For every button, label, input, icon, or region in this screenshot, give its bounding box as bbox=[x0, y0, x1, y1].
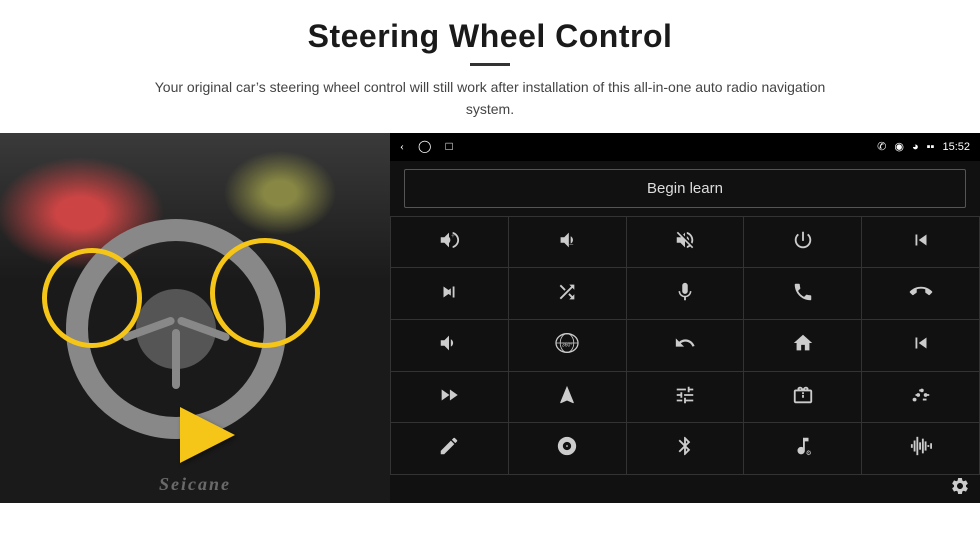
home-nav-button[interactable] bbox=[744, 320, 861, 371]
steering-wheel-image: Seicane bbox=[0, 133, 390, 503]
header-section: Steering Wheel Control Your original car… bbox=[0, 0, 980, 129]
mic-button[interactable] bbox=[627, 268, 744, 319]
undo-icon bbox=[674, 332, 696, 358]
fast-forward-button[interactable] bbox=[391, 372, 508, 423]
phone-icon: ✆ bbox=[877, 140, 886, 153]
music-settings-button[interactable]: ⚙ bbox=[744, 423, 861, 474]
gear-area bbox=[390, 475, 980, 503]
begin-learn-button[interactable]: Begin learn bbox=[404, 169, 966, 208]
status-nav-icons: ‹ ◯ □ bbox=[400, 139, 453, 154]
arrow-shape bbox=[180, 407, 235, 463]
circle-highlight-right bbox=[210, 238, 320, 348]
skip-back-icon bbox=[910, 332, 932, 358]
svg-text:360°: 360° bbox=[562, 343, 572, 349]
hang-up-icon bbox=[910, 281, 932, 307]
back-button[interactable] bbox=[627, 320, 744, 371]
recents-nav-icon[interactable]: □ bbox=[445, 139, 452, 154]
status-bar: ‹ ◯ □ ✆ ◉ ◕ ▪▪ 15:52 bbox=[390, 133, 980, 161]
location-icon: ◉ bbox=[894, 140, 904, 153]
equalizer-button[interactable] bbox=[862, 372, 979, 423]
radio-icon bbox=[792, 384, 814, 410]
mic-icon bbox=[674, 281, 696, 307]
view360-button[interactable]: 360° bbox=[509, 320, 626, 371]
next-track-icon bbox=[438, 281, 460, 307]
power-button[interactable] bbox=[744, 217, 861, 268]
prev-track-icon bbox=[910, 229, 932, 255]
power-icon bbox=[792, 229, 814, 255]
disc-icon bbox=[556, 435, 578, 461]
home-nav-icon[interactable]: ◯ bbox=[418, 139, 431, 154]
back-nav-icon[interactable]: ‹ bbox=[400, 139, 404, 154]
phone-call-button[interactable] bbox=[744, 268, 861, 319]
mute-icon bbox=[674, 229, 696, 255]
music-settings-icon: ⚙ bbox=[792, 435, 814, 461]
pen-button[interactable] bbox=[391, 423, 508, 474]
speaker-icon bbox=[438, 332, 460, 358]
status-right-area: ✆ ◉ ◕ ▪▪ 15:52 bbox=[877, 140, 970, 153]
subtitle: Your original car’s steering wheel contr… bbox=[140, 76, 840, 121]
circle-highlight-left bbox=[42, 248, 142, 348]
signal-icon: ▪▪ bbox=[927, 141, 935, 153]
settings-button[interactable] bbox=[950, 476, 970, 501]
steering-wheel-hub bbox=[136, 289, 216, 369]
yellow-arrow bbox=[180, 407, 235, 463]
bluetooth-button[interactable] bbox=[627, 423, 744, 474]
radio-button[interactable] bbox=[744, 372, 861, 423]
equalizer-icon bbox=[910, 384, 932, 410]
home-icon bbox=[792, 332, 814, 358]
volume-down-icon: − bbox=[556, 229, 578, 255]
shuffle-button[interactable] bbox=[509, 268, 626, 319]
disc-button[interactable] bbox=[509, 423, 626, 474]
waveform-button[interactable] bbox=[862, 423, 979, 474]
view360-icon: 360° bbox=[554, 332, 580, 358]
wifi-icon: ◕ bbox=[912, 141, 919, 153]
svg-text:−: − bbox=[569, 240, 574, 249]
time-display: 15:52 bbox=[942, 141, 970, 153]
controls-grid: + − bbox=[390, 216, 980, 475]
svg-text:+: + bbox=[451, 231, 455, 240]
android-screen: ‹ ◯ □ ✆ ◉ ◕ ▪▪ 15:52 Begin learn bbox=[390, 133, 980, 503]
speaker-button[interactable] bbox=[391, 320, 508, 371]
shuffle-icon bbox=[556, 281, 578, 307]
page-wrapper: Steering Wheel Control Your original car… bbox=[0, 0, 980, 544]
seicane-watermark: Seicane bbox=[159, 474, 231, 495]
next-track-button[interactable] bbox=[391, 268, 508, 319]
volume-up-icon: + bbox=[438, 229, 460, 255]
begin-learn-container: Begin learn bbox=[390, 161, 980, 216]
skip-back-button[interactable] bbox=[862, 320, 979, 371]
tune-icon bbox=[674, 384, 696, 410]
hang-up-button[interactable] bbox=[862, 268, 979, 319]
spoke-bottom bbox=[172, 329, 180, 389]
pen-icon bbox=[438, 435, 460, 461]
bluetooth-icon bbox=[674, 435, 696, 461]
mute-button[interactable] bbox=[627, 217, 744, 268]
content-row: Seicane ‹ ◯ □ ✆ ◉ ◕ ▪▪ 15:52 bbox=[0, 133, 980, 503]
tune-button[interactable] bbox=[627, 372, 744, 423]
page-title: Steering Wheel Control bbox=[60, 18, 920, 55]
svg-text:⚙: ⚙ bbox=[806, 451, 812, 458]
prev-track-button[interactable] bbox=[862, 217, 979, 268]
waveform-icon bbox=[910, 435, 932, 461]
volume-up-button[interactable]: + bbox=[391, 217, 508, 268]
navigate-button[interactable] bbox=[509, 372, 626, 423]
phone-call-icon bbox=[792, 281, 814, 307]
volume-down-button[interactable]: − bbox=[509, 217, 626, 268]
fast-forward-icon bbox=[438, 384, 460, 410]
navigate-icon bbox=[556, 384, 578, 410]
title-divider bbox=[470, 63, 510, 66]
